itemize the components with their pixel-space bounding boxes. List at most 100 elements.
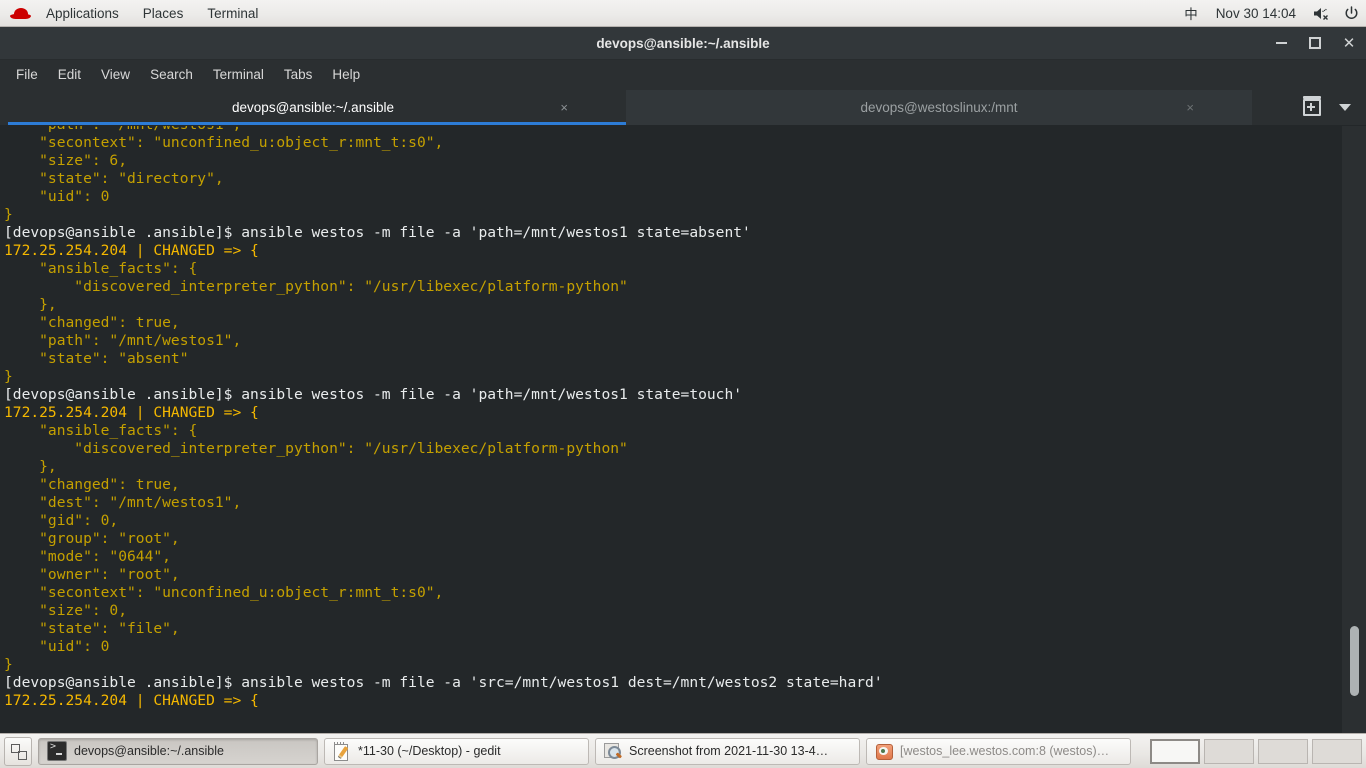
maximize-button[interactable]: [1298, 27, 1332, 59]
menu-file[interactable]: File: [6, 60, 48, 90]
workspace-switcher: [1142, 738, 1362, 764]
menu-bar: File Edit View Search Terminal Tabs Help: [0, 60, 1366, 90]
window-titlebar: devops@ansible:~/.ansible ✕: [0, 27, 1366, 60]
terminal-line: "group": "root",: [4, 530, 180, 547]
topbar-menu-terminal[interactable]: Terminal: [195, 0, 270, 27]
terminal-line: "secontext": "unconfined_u:object_r:mnt_…: [4, 134, 444, 151]
chevron-down-icon[interactable]: [1332, 95, 1358, 121]
menu-tabs[interactable]: Tabs: [274, 60, 323, 90]
screenshot-icon: [604, 742, 623, 760]
terminal-line: "discovered_interpreter_python": "/usr/l…: [4, 440, 628, 457]
menu-terminal[interactable]: Terminal: [203, 60, 274, 90]
red-hat-brim: [10, 13, 31, 19]
terminal-line: },: [4, 296, 57, 313]
terminal-output-area[interactable]: "path": "/mnt/westos1", "secontext": "un…: [0, 126, 1366, 733]
terminal-line: "owner": "root",: [4, 566, 180, 583]
new-tab-plus-horizontal: [1307, 106, 1315, 108]
terminal-line: "size": 0,: [4, 602, 128, 619]
gedit-rings: [334, 742, 346, 745]
terminal-line: }: [4, 206, 13, 223]
caret-glyph: [1339, 104, 1351, 111]
window-title: devops@ansible:~/.ansible: [596, 35, 770, 51]
minimize-button[interactable]: [1264, 27, 1298, 59]
terminal-line: }: [4, 656, 13, 673]
menu-search[interactable]: Search: [140, 60, 203, 90]
topbar-menu-places[interactable]: Places: [131, 0, 196, 27]
show-desktop-icon[interactable]: [4, 736, 32, 766]
tab-devops-westoslinux[interactable]: devops@westoslinux:/mnt ×: [626, 90, 1252, 125]
terminal-text: "path": "/mnt/westos1", "secontext": "un…: [0, 126, 887, 710]
menu-help[interactable]: Help: [322, 60, 370, 90]
tab-devops-ansible[interactable]: devops@ansible:~/.ansible ×: [0, 90, 626, 125]
terminal-icon: [47, 741, 67, 761]
tab-close-icon[interactable]: ×: [560, 100, 568, 115]
show-desktop-square-2: [18, 750, 27, 760]
tab-bar-tools: [1252, 90, 1366, 125]
close-button[interactable]: ✕: [1332, 27, 1366, 59]
terminal-line: 172.25.254.204 | CHANGED => {: [4, 692, 259, 709]
terminal-line: "mode": "0644",: [4, 548, 171, 565]
terminal-line: "uid": 0: [4, 638, 110, 655]
terminal-line: "path": "/mnt/westos1",: [4, 332, 242, 349]
terminal-line: "state": "absent": [4, 350, 189, 367]
terminal-line: 172.25.254.204 | CHANGED => {: [4, 242, 259, 259]
bottom-taskbar: devops@ansible:~/.ansible *11-30 (~/Desk…: [0, 733, 1366, 768]
terminal-line: "path": "/mnt/westos1",: [4, 126, 883, 134]
volume-muted-icon[interactable]: [1306, 6, 1337, 21]
close-icon: ✕: [1342, 34, 1356, 52]
topbar-menu-applications[interactable]: Applications: [34, 0, 131, 27]
window-controls: ✕: [1264, 27, 1366, 59]
taskbar-item-label: devops@ansible:~/.ansible: [74, 744, 224, 758]
terminal-line: [devops@ansible .ansible]$ ansible westo…: [4, 674, 883, 691]
terminal-line: "discovered_interpreter_python": "/usr/l…: [4, 278, 628, 295]
vnc-eye: [881, 749, 885, 753]
terminal-line: [devops@ansible .ansible]$ ansible westo…: [4, 386, 743, 403]
terminal-window: devops@ansible:~/.ansible ✕ File Edit Vi…: [0, 27, 1366, 733]
minimize-icon: [1275, 42, 1287, 44]
clock[interactable]: Nov 30 14:04: [1206, 6, 1306, 21]
vnc-icon: [875, 742, 893, 760]
terminal-line: "dest": "/mnt/westos1",: [4, 494, 242, 511]
terminal-line: "ansible_facts": {: [4, 260, 198, 277]
terminal-line: "ansible_facts": {: [4, 422, 198, 439]
scrollbar-thumb[interactable]: [1350, 626, 1359, 696]
workspace-2[interactable]: [1204, 738, 1254, 764]
terminal-line: "changed": true,: [4, 476, 180, 493]
tab-bar: devops@ansible:~/.ansible × devops@westo…: [0, 90, 1366, 126]
gedit-icon: [333, 742, 351, 761]
terminal-line: "state": "directory",: [4, 170, 224, 187]
tab-label: devops@ansible:~/.ansible: [232, 100, 394, 115]
power-icon[interactable]: [1337, 5, 1366, 21]
taskbar-item-label: *11-30 (~/Desktop) - gedit: [358, 744, 501, 758]
menu-view[interactable]: View: [91, 60, 140, 90]
terminal-line: }: [4, 368, 13, 385]
terminal-line: [devops@ansible .ansible]$ ansible westo…: [4, 224, 751, 241]
tab-close-icon[interactable]: ×: [1186, 100, 1194, 115]
new-tab-icon[interactable]: [1298, 95, 1326, 121]
terminal-line: "state": "file",: [4, 620, 180, 637]
terminal-line: "changed": true,: [4, 314, 180, 331]
terminal-line: "gid": 0,: [4, 512, 119, 529]
taskbar-item-gedit[interactable]: *11-30 (~/Desktop) - gedit: [324, 737, 589, 765]
new-tab-top: [1303, 96, 1321, 99]
tab-label: devops@westoslinux:/mnt: [860, 100, 1018, 115]
new-tab-box: [1303, 96, 1321, 116]
terminal-line: "uid": 0: [4, 188, 110, 205]
input-method-indicator[interactable]: 中: [1176, 3, 1206, 23]
taskbar-item-label: Screenshot from 2021-11-30 13-4…: [629, 744, 829, 758]
terminal-scrollbar[interactable]: [1342, 126, 1366, 733]
taskbar-item-terminal[interactable]: devops@ansible:~/.ansible: [38, 737, 318, 765]
terminal-line: "size": 6,: [4, 152, 128, 169]
taskbar-item-vnc[interactable]: [westos_lee.westos.com:8 (westos)…: [866, 737, 1131, 765]
workspace-4[interactable]: [1312, 738, 1362, 764]
menu-edit[interactable]: Edit: [48, 60, 91, 90]
workspace-3[interactable]: [1258, 738, 1308, 764]
terminal-line: 172.25.254.204 | CHANGED => {: [4, 404, 259, 421]
red-hat-logo-icon[interactable]: [8, 0, 34, 27]
terminal-line: "secontext": "unconfined_u:object_r:mnt_…: [4, 584, 444, 601]
gnome-top-bar: Applications Places Terminal 中 Nov 30 14…: [0, 0, 1366, 27]
taskbar-item-screenshot[interactable]: Screenshot from 2021-11-30 13-4…: [595, 737, 860, 765]
workspace-1[interactable]: [1150, 738, 1200, 764]
terminal-line: },: [4, 458, 57, 475]
maximize-icon: [1309, 37, 1321, 49]
